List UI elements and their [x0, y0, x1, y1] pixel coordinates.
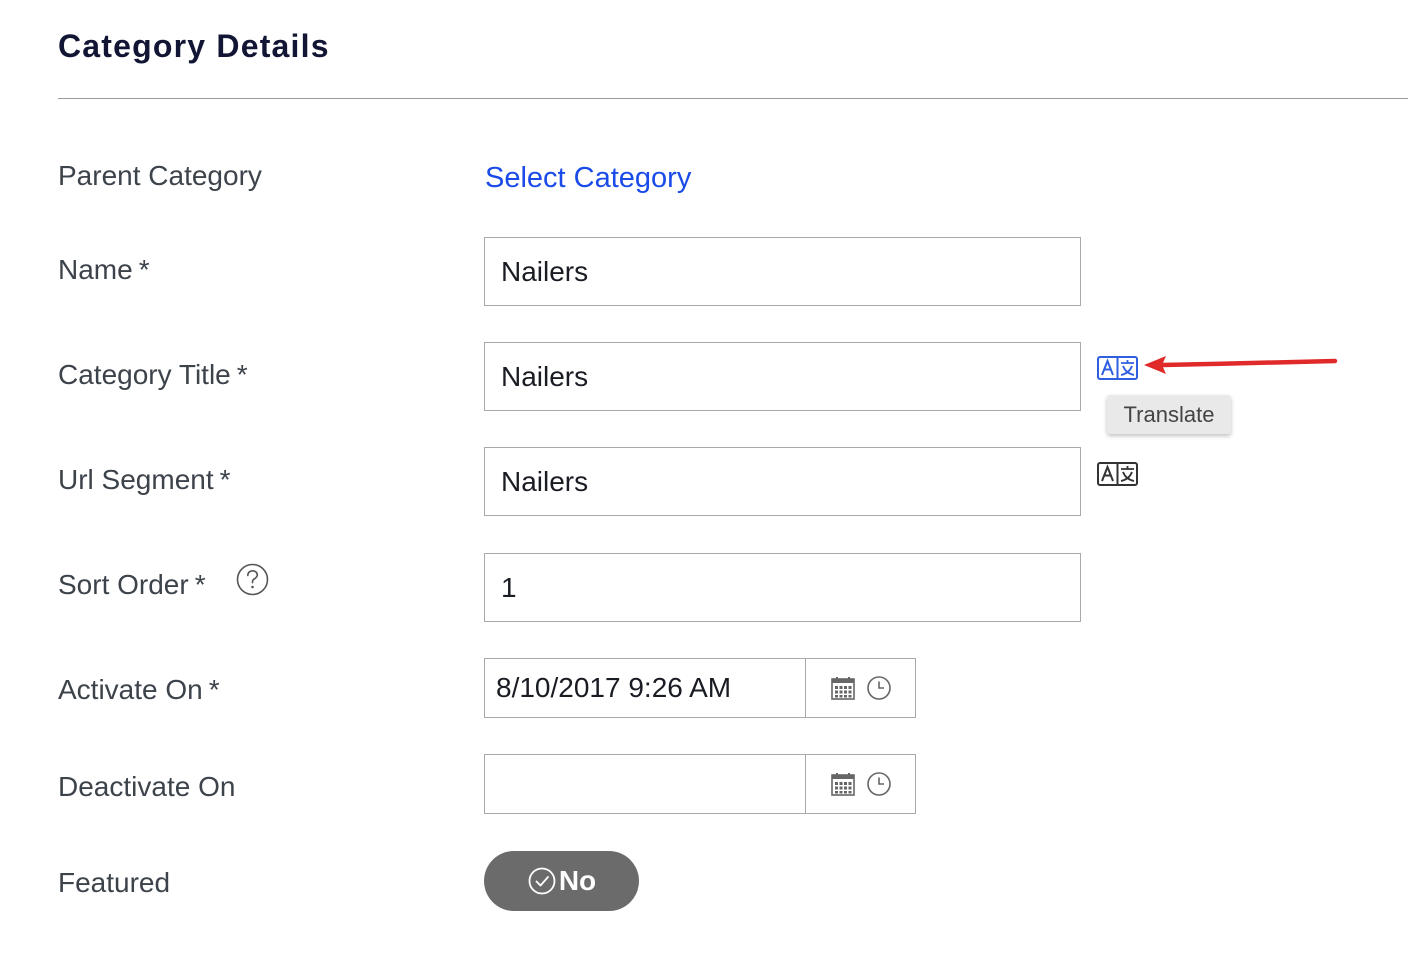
question-circle-icon[interactable] [236, 563, 269, 596]
translate-icon[interactable] [1097, 356, 1138, 380]
select-category-link[interactable]: Select Category [485, 162, 691, 195]
translate-icon[interactable] [1097, 462, 1138, 486]
clock-icon[interactable] [866, 771, 892, 797]
url-segment-label-text: Url Segment [58, 464, 214, 495]
required-asterisk: * [236, 359, 248, 390]
translate-tooltip: Translate [1107, 395, 1231, 434]
deactivate-on-label: Deactivate On [58, 771, 235, 803]
check-circle-icon [528, 867, 556, 895]
clock-icon[interactable] [866, 675, 892, 701]
category-title-label: Category Title * [58, 359, 248, 391]
activate-on-picker-buttons [806, 659, 915, 717]
sort-order-input[interactable] [484, 553, 1081, 622]
required-asterisk: * [138, 254, 150, 285]
required-asterisk: * [208, 674, 220, 705]
name-input[interactable] [484, 237, 1081, 306]
title-divider [58, 98, 1408, 99]
activate-on-datetime-picker [484, 658, 916, 718]
calendar-icon[interactable] [830, 675, 856, 701]
activate-on-label-text: Activate On [58, 674, 203, 705]
page-title: Category Details [58, 28, 330, 64]
sort-order-label-text: Sort Order [58, 569, 189, 600]
featured-label: Featured [58, 867, 170, 899]
sort-order-label: Sort Order * [58, 569, 206, 601]
name-label-text: Name [58, 254, 133, 285]
activate-on-label: Activate On * [58, 674, 220, 706]
url-segment-label: Url Segment * [58, 464, 231, 496]
deactivate-on-input[interactable] [485, 755, 806, 813]
deactivate-on-datetime-picker [484, 754, 916, 814]
url-segment-input[interactable] [484, 447, 1081, 516]
required-asterisk: * [194, 569, 206, 600]
parent-category-label-text: Parent Category [58, 160, 262, 191]
calendar-icon[interactable] [830, 771, 856, 797]
activate-on-input[interactable] [485, 659, 806, 717]
deactivate-on-label-text: Deactivate On [58, 771, 236, 802]
category-title-label-text: Category Title [58, 359, 231, 390]
name-label: Name * [58, 254, 150, 286]
featured-toggle[interactable]: No [484, 851, 639, 911]
featured-toggle-label: No [558, 865, 597, 896]
deactivate-on-picker-buttons [806, 755, 915, 813]
red-arrow-annotation [1144, 356, 1338, 374]
required-asterisk: * [219, 464, 231, 495]
parent-category-label: Parent Category [58, 160, 262, 192]
featured-label-text: Featured [58, 867, 171, 898]
category-title-input[interactable] [484, 342, 1081, 411]
category-details-page: Category Details Parent Category Select … [0, 0, 1408, 958]
